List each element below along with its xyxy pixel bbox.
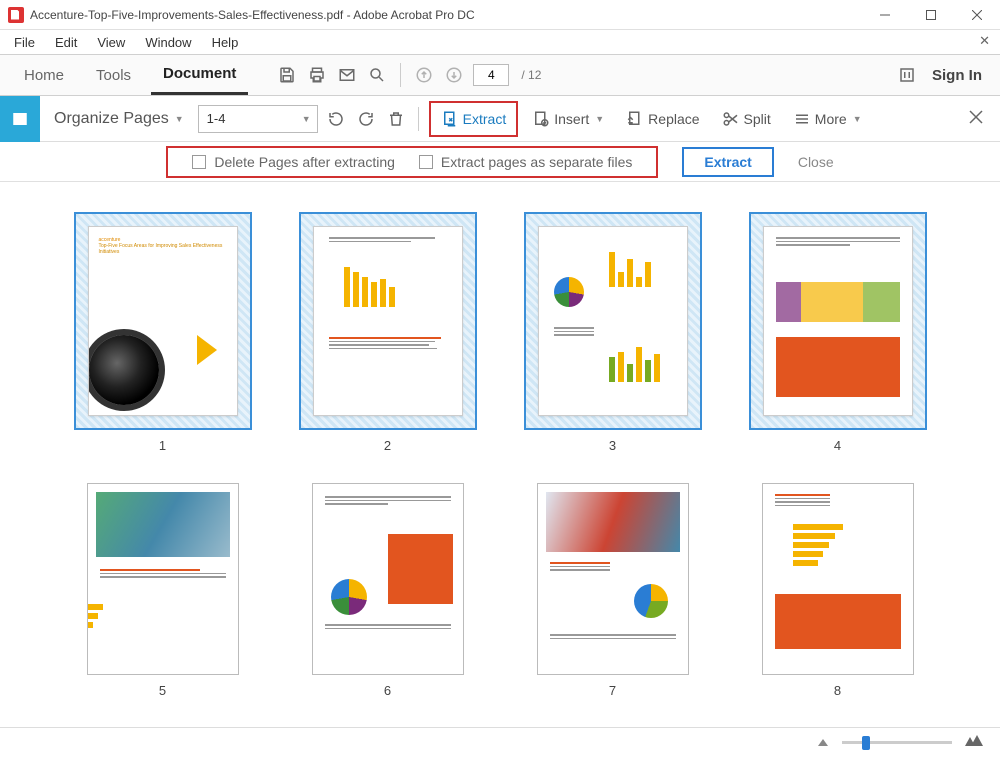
search-icon[interactable]	[366, 64, 388, 86]
thumbnail	[87, 483, 239, 675]
split-tool-button[interactable]: Split	[714, 110, 779, 128]
close-link[interactable]: Close	[798, 154, 834, 170]
page-thumbnail[interactable]: 5	[60, 483, 265, 698]
page-thumbnail[interactable]: 8	[735, 483, 940, 698]
tab-tools[interactable]: Tools	[84, 57, 143, 94]
delete-after-label: Delete Pages after extracting	[214, 154, 395, 170]
insert-tool-button[interactable]: Insert ▼	[524, 110, 612, 128]
page-thumbnail[interactable]: 2	[285, 212, 490, 453]
tab-home[interactable]: Home	[12, 57, 76, 94]
page-number-label: 8	[834, 683, 841, 698]
print-icon[interactable]	[306, 64, 328, 86]
rhp-toggle-icon[interactable]	[896, 64, 918, 86]
insert-label: Insert	[554, 111, 589, 127]
extract-tool-button[interactable]: Extract	[429, 101, 519, 137]
title-bar: Accenture-Top-Five-Improvements-Sales-Ef…	[0, 0, 1000, 30]
acrobat-icon	[8, 7, 24, 23]
main-toolbar: Home Tools Document / 12 Sign In	[0, 54, 1000, 96]
extract-button[interactable]: Extract	[682, 147, 773, 177]
menu-edit[interactable]: Edit	[45, 33, 87, 52]
page-number-label: 2	[384, 438, 391, 453]
thumbnail	[537, 483, 689, 675]
organize-pages-tab-icon[interactable]	[0, 96, 40, 142]
thumbnail	[312, 483, 464, 675]
split-label: Split	[744, 111, 771, 127]
page-number-label: 5	[159, 683, 166, 698]
thumbnail	[762, 483, 914, 675]
tab-document[interactable]: Document	[151, 55, 248, 95]
page-number-label: 6	[384, 683, 391, 698]
extract-options-bar: Delete Pages after extracting Extract pa…	[0, 142, 1000, 182]
checkbox-icon	[419, 155, 433, 169]
pages-grid: accentureTop-Five Focus Areas for Improv…	[0, 182, 1000, 727]
close-panel-button[interactable]	[968, 109, 984, 128]
separate-files-checkbox[interactable]: Extract pages as separate files	[419, 154, 632, 170]
slider-knob[interactable]	[862, 736, 870, 750]
maximize-button[interactable]	[908, 0, 954, 30]
email-icon[interactable]	[336, 64, 358, 86]
page-range-value: 1-4	[207, 111, 226, 126]
menu-help[interactable]: Help	[202, 33, 249, 52]
sign-in-link[interactable]: Sign In	[926, 67, 988, 84]
organize-toolbar: Organize Pages ▼ 1-4 ▼ Extract Insert ▼ …	[0, 96, 1000, 142]
thumbnail-selected	[299, 212, 477, 430]
menubar-close-icon[interactable]: ✕	[979, 33, 990, 49]
chevron-down-icon: ▼	[595, 114, 604, 124]
replace-tool-button[interactable]: Replace	[618, 110, 707, 128]
page-thumbnail[interactable]: 3	[510, 212, 715, 453]
page-thumbnail[interactable]: accentureTop-Five Focus Areas for Improv…	[60, 212, 265, 453]
menu-bar: File Edit View Window Help ✕	[0, 30, 1000, 54]
status-bar	[0, 727, 1000, 757]
rotate-ccw-icon[interactable]	[324, 107, 348, 131]
window-title: Accenture-Top-Five-Improvements-Sales-Ef…	[30, 8, 475, 22]
menu-window[interactable]: Window	[135, 33, 201, 52]
page-number-input[interactable]	[473, 64, 509, 86]
zoom-in-icon[interactable]	[964, 734, 984, 751]
organize-pages-dropdown[interactable]: Organize Pages ▼	[46, 110, 192, 128]
thumbnail-selected	[749, 212, 927, 430]
chevron-down-icon: ▼	[302, 114, 311, 124]
minimize-button[interactable]	[862, 0, 908, 30]
page-number-label: 3	[609, 438, 616, 453]
zoom-out-icon[interactable]	[816, 735, 830, 750]
page-down-icon[interactable]	[443, 64, 465, 86]
extract-label: Extract	[463, 111, 507, 127]
chevron-down-icon: ▼	[853, 114, 862, 124]
separate-files-label: Extract pages as separate files	[441, 154, 632, 170]
page-number-label: 4	[834, 438, 841, 453]
thumbnail-selected: accentureTop-Five Focus Areas for Improv…	[74, 212, 252, 430]
replace-label: Replace	[648, 111, 699, 127]
toolbar-separator	[400, 63, 401, 87]
page-thumbnail[interactable]: 4	[735, 212, 940, 453]
chevron-down-icon: ▼	[175, 114, 184, 124]
more-label: More	[815, 111, 847, 127]
rotate-cw-icon[interactable]	[354, 107, 378, 131]
page-up-icon[interactable]	[413, 64, 435, 86]
save-icon[interactable]	[276, 64, 298, 86]
extract-options-highlight: Delete Pages after extracting Extract pa…	[166, 146, 658, 178]
menu-view[interactable]: View	[87, 33, 135, 52]
more-tool-button[interactable]: More ▼	[785, 110, 870, 128]
checkbox-icon	[192, 155, 206, 169]
page-number-label: 7	[609, 683, 616, 698]
close-window-button[interactable]	[954, 0, 1000, 30]
page-number-label: 1	[159, 438, 166, 453]
zoom-slider[interactable]	[842, 741, 952, 744]
delete-after-checkbox[interactable]: Delete Pages after extracting	[192, 154, 395, 170]
page-thumbnail[interactable]: 7	[510, 483, 715, 698]
page-thumbnail[interactable]: 6	[285, 483, 490, 698]
toolbar-separator	[418, 107, 419, 131]
thumbnail-selected	[524, 212, 702, 430]
organize-pages-label: Organize Pages	[54, 110, 169, 128]
menu-file[interactable]: File	[4, 33, 45, 52]
page-total-label: / 12	[521, 68, 541, 82]
delete-icon[interactable]	[384, 107, 408, 131]
window-controls	[862, 0, 1000, 30]
page-range-input[interactable]: 1-4 ▼	[198, 105, 318, 133]
